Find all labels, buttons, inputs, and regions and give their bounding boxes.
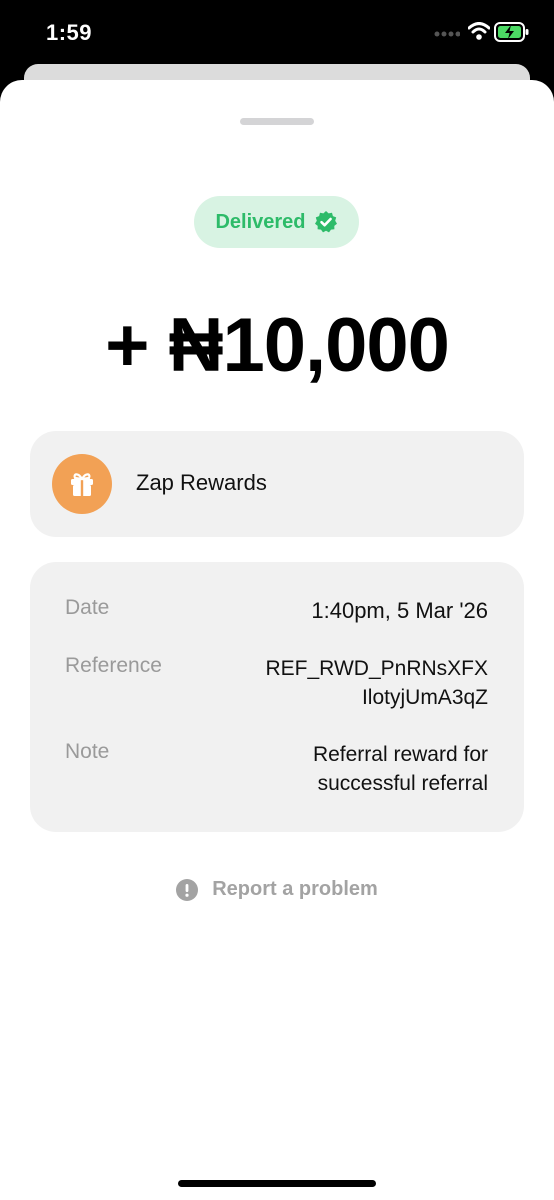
detail-value-date: 1:40pm, 5 Mar '26 (311, 598, 488, 623)
transaction-amount: + ₦10,000 (105, 303, 450, 388)
detail-label-date: Date (65, 596, 110, 619)
note-line-1: Referral reward for (312, 743, 488, 766)
detail-value-reference[interactable]: REF_RWD_PnRNsXFX IlotyjUmA3qZ (228, 654, 489, 712)
merchant-avatar (52, 454, 112, 514)
cellular-signal-icon (434, 31, 460, 37)
reference-line-2: IlotyjUmA3qZ (361, 686, 488, 709)
status-badge-label: Delivered (215, 210, 306, 233)
status-badge: Delivered (194, 196, 359, 248)
merchant-name: Zap Rewards (136, 470, 267, 495)
verified-check-icon (314, 211, 337, 233)
battery-charging-icon (494, 22, 529, 42)
wifi-icon (468, 22, 490, 40)
home-indicator[interactable] (178, 1180, 376, 1187)
note-line-2: successful referral (317, 772, 488, 795)
detail-label-reference: Reference (65, 654, 162, 677)
alert-circle-icon (176, 878, 199, 901)
sheet-grabber-handle[interactable] (240, 118, 314, 125)
report-problem-label: Report a problem (212, 878, 378, 900)
transaction-detail-sheet: Delivered + ₦10,000 Zap Rewards Date 1:4… (0, 80, 554, 1200)
detail-label-note: Note (65, 740, 110, 763)
report-problem-button[interactable]: Report a problem (0, 878, 554, 901)
reference-line-1: REF_RWD_PnRNsXFX (265, 657, 489, 680)
merchant-card[interactable]: Zap Rewards (30, 431, 524, 537)
gift-icon (71, 473, 93, 496)
status-time: 1:59 (46, 20, 93, 45)
status-bar: 1:59 (0, 0, 554, 66)
transaction-details-card: Date 1:40pm, 5 Mar '26 Reference REF_RWD… (30, 562, 524, 832)
detail-value-note: Referral reward for successful referral (228, 740, 488, 798)
